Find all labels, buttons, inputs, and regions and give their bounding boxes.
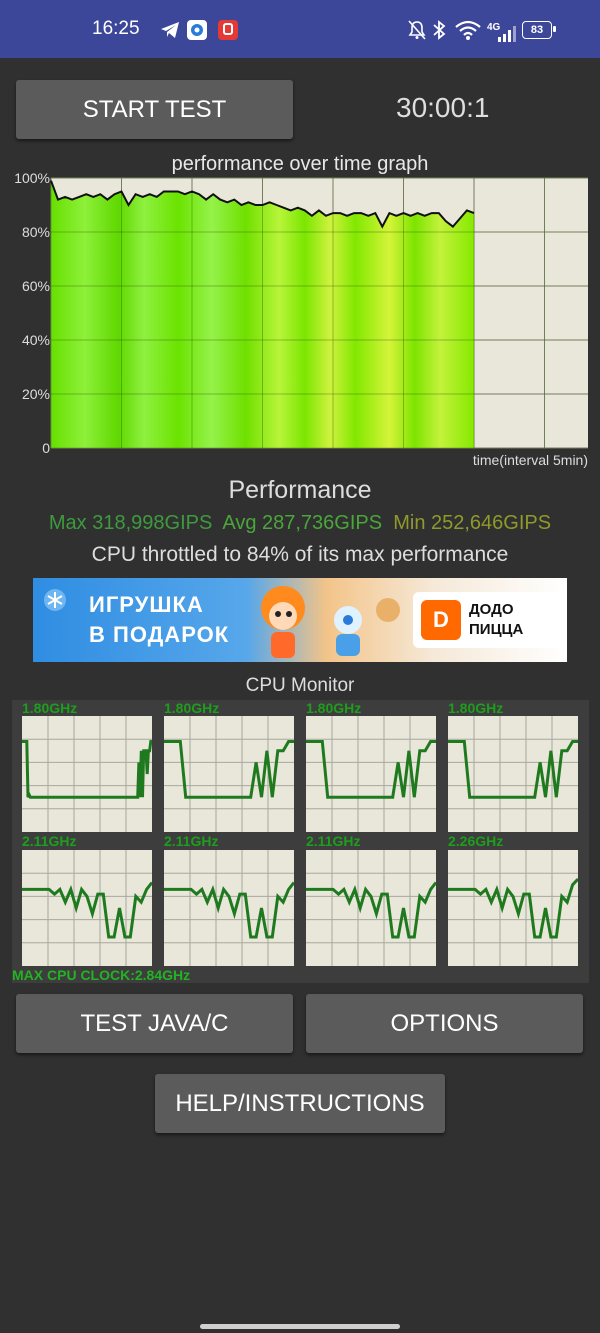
performance-stats: Max 318,998GIPS Avg 287,736GIPS Min 252,… bbox=[0, 512, 600, 535]
cpu-core-graph bbox=[306, 850, 436, 966]
app-icon bbox=[187, 20, 207, 40]
ad-headline: ИГРУШКА В ПОДАРОК bbox=[89, 590, 229, 650]
notification-app-icon bbox=[218, 20, 238, 40]
cpu-core-frequency: 1.80GHz bbox=[306, 700, 362, 716]
telegram-icon bbox=[161, 22, 179, 38]
battery-icon: 83 bbox=[522, 21, 556, 39]
graph-y-ticks: 100% 80% 60% 40% 20% 0 bbox=[14, 170, 50, 456]
cpu-core-graph bbox=[164, 716, 294, 832]
test-java-c-button[interactable]: TEST JAVA/C bbox=[16, 994, 293, 1053]
max-performance: Max 318,998GIPS bbox=[48, 512, 213, 534]
cpu-core-frequency: 2.26GHz bbox=[448, 833, 504, 849]
min-performance: Min 252,646GIPS bbox=[393, 512, 552, 534]
y-tick-label: 20% bbox=[22, 386, 50, 402]
cpu-core-graph bbox=[164, 850, 294, 966]
cpu-core-frequency: 2.11GHz bbox=[22, 833, 77, 849]
cpu-core-graph bbox=[22, 850, 152, 966]
cpu-core-frequency: 2.11GHz bbox=[164, 833, 219, 849]
y-tick-label: 80% bbox=[22, 224, 50, 240]
ad-banner[interactable]: ИГРУШКА В ПОДАРОК D ДОДО ПИЦЦА bbox=[33, 578, 567, 662]
y-tick-label: 100% bbox=[14, 170, 50, 186]
cpu-core-graph bbox=[448, 850, 578, 966]
throttle-summary: CPU throttled to 84% of its max performa… bbox=[91, 543, 509, 566]
wifi-icon bbox=[455, 20, 481, 40]
cpu-monitor-title: CPU Monitor bbox=[245, 675, 355, 696]
bluetooth-icon bbox=[433, 20, 446, 40]
cpu-core-graph bbox=[22, 716, 152, 832]
cpu-core-frequency: 1.80GHz bbox=[22, 700, 78, 716]
ad-line-1: ИГРУШКА bbox=[89, 592, 204, 617]
avg-performance: Avg 287,736GIPS bbox=[222, 512, 383, 534]
cpu-core-graph bbox=[448, 716, 578, 832]
start-test-button[interactable]: START TEST bbox=[16, 80, 293, 139]
bell-muted-icon bbox=[408, 20, 426, 40]
status-time: 16:25 bbox=[92, 18, 140, 39]
options-button[interactable]: OPTIONS bbox=[306, 994, 583, 1053]
y-tick-label: 40% bbox=[22, 332, 50, 348]
help-instructions-button[interactable]: HELP/INSTRUCTIONS bbox=[155, 1074, 445, 1133]
cpu-core-frequency: 1.80GHz bbox=[164, 700, 220, 716]
y-tick-label: 60% bbox=[22, 278, 50, 294]
cpu-core-graph bbox=[306, 716, 436, 832]
ad-brand-line-2: ПИЦЦА bbox=[469, 621, 524, 638]
ad-snowflake-icon bbox=[44, 589, 66, 611]
ad-brand-mark: D bbox=[421, 600, 461, 640]
battery-level: 83 bbox=[530, 24, 544, 36]
cpu-core-frequency: 2.11GHz bbox=[306, 833, 361, 849]
performance-title: Performance bbox=[228, 476, 372, 504]
test-timer: 30:00:1 bbox=[396, 92, 490, 123]
max-cpu-clock: MAX CPU CLOCK:2.84GHz bbox=[12, 967, 191, 983]
y-tick-label: 0 bbox=[42, 440, 50, 456]
graph-x-label: time(interval 5min) bbox=[473, 452, 588, 468]
ad-line-2: В ПОДАРОК bbox=[89, 622, 230, 647]
ad-toy-figures-icon bbox=[261, 586, 400, 658]
home-indicator[interactable] bbox=[200, 1324, 400, 1329]
ad-brand-logo: D ДОДО ПИЦЦА bbox=[413, 592, 561, 648]
signal-icon bbox=[498, 26, 516, 42]
cpu-core-frequency: 1.80GHz bbox=[448, 700, 504, 716]
ad-brand-line-1: ДОДО bbox=[469, 601, 514, 618]
performance-graph: 100% 80% 60% 40% 20% 0 time(interval 5min) bbox=[14, 170, 588, 468]
ad-brand-name: ДОДО ПИЦЦА bbox=[469, 600, 523, 640]
status-bar: 16:25 4G 83 bbox=[0, 0, 600, 58]
